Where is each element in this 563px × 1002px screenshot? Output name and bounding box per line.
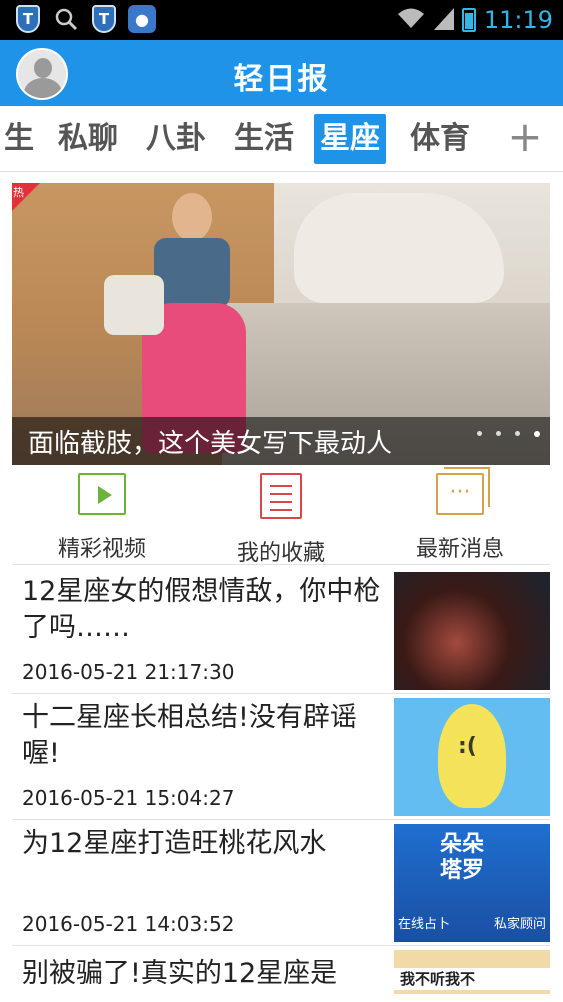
category-tabs: 生 私聊 八卦 生活 星座 体育 + [0,106,563,172]
quick-link-news[interactable]: 最新消息 [370,467,550,565]
battery-icon [461,8,476,32]
app-title: 轻日报 [233,62,330,97]
article-title: 别被骗了!真实的12星座是 [22,958,338,989]
article-time: 2016-05-21 15:04:27 [22,786,235,810]
thumbnail-text: 我不听我不 [394,968,550,990]
hero-banner[interactable]: 热 面临截肢，这个美女写下最动人 [12,183,550,465]
quick-link-label: 精彩视频 [57,537,146,562]
status-bar: T T ● 11:19 [0,0,563,40]
add-tab-icon[interactable]: + [503,116,547,160]
article-thumbnail [394,698,550,816]
thumbnail-text: 私家顾问 [493,917,546,932]
tab-life[interactable]: 生活 [234,114,294,164]
paw-icon: ● [128,4,156,34]
carousel-indicator [477,431,540,437]
list-item[interactable]: 别被骗了!真实的12星座是 我不听我不 [12,946,550,1002]
tab-gossip[interactable]: 八卦 [146,114,206,164]
tab-horoscope[interactable]: 星座 [314,114,386,164]
article-time: 2016-05-21 14:03:52 [22,912,235,936]
quick-link-favorites[interactable]: 我的收藏 [191,473,371,566]
hero-caption-bar: 面临截肢，这个美女写下最动人 [12,417,550,465]
quick-link-videos[interactable]: 精彩视频 [12,473,192,565]
list-item[interactable]: 十二星座长相总结!没有辟谣喔! 2016-05-21 15:04:27 [12,694,550,820]
quick-link-label: 最新消息 [415,537,504,562]
article-thumbnail [394,572,550,690]
tab-partial[interactable]: 生 [4,114,34,164]
article-time: 2016-05-21 21:17:30 [22,660,235,684]
list-item[interactable]: 12星座女的假想情敌，你中枪了吗…… 2016-05-21 21:17:30 [12,568,550,694]
quick-link-label: 我的收藏 [236,541,325,566]
article-title: 12星座女的假想情敌，你中枪了吗…… [22,576,381,643]
wifi-icon [396,6,426,34]
tab-private-chat[interactable]: 私聊 [58,114,118,164]
play-icon [78,473,126,515]
article-thumbnail: 朵朵 塔罗 在线占卜 私家顾问 [394,824,550,942]
article-title: 十二星座长相总结!没有辟谣喔! [22,702,357,769]
article-thumbnail: 我不听我不 [394,950,550,994]
document-icon [260,473,302,519]
thumbnail-text: 在线占卜 [398,917,451,932]
thumbnail-text: 朵朵 塔罗 [440,832,485,883]
search-icon [52,4,80,34]
status-time: 11:19 [483,6,553,34]
article-title: 为12星座打造旺桃花风水 [22,828,327,859]
message-icon [436,467,490,515]
shield-icon: T [14,4,42,34]
signal-icon [433,6,454,34]
hero-caption: 面临截肢，这个美女写下最动人 [28,429,393,459]
quick-links: 精彩视频 我的收藏 最新消息 [12,465,550,566]
app-header: 轻日报 [0,40,563,106]
shield-icon: T [90,4,118,34]
tab-sports[interactable]: 体育 [410,114,470,164]
list-item[interactable]: 为12星座打造旺桃花风水 2016-05-21 14:03:52 朵朵 塔罗 在… [12,820,550,946]
